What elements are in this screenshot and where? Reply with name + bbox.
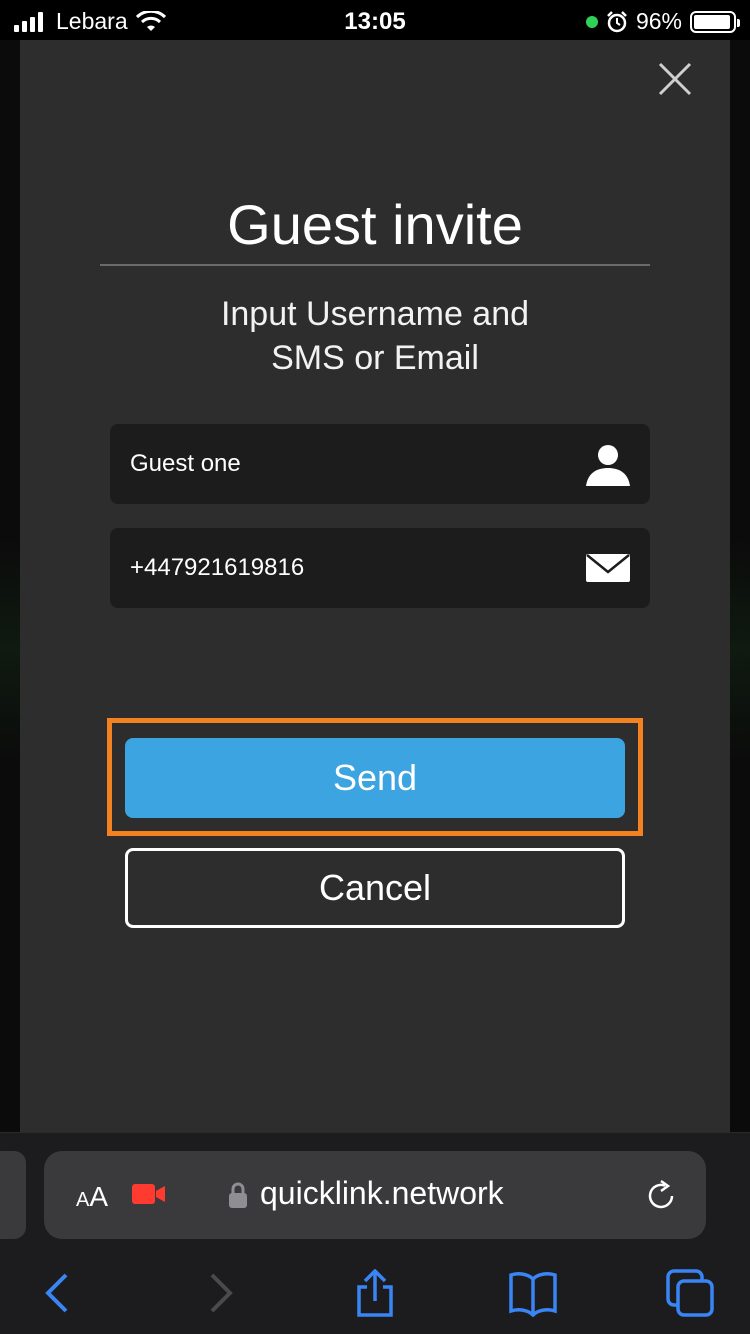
battery-level — [694, 14, 731, 29]
browser-toolbar — [0, 1261, 750, 1321]
status-bar: Lebara 13:05 96% — [0, 0, 750, 40]
cancel-button[interactable]: Cancel — [125, 848, 625, 928]
tabs-icon[interactable] — [666, 1269, 714, 1317]
title-divider — [100, 264, 650, 266]
browser-bar: AA quicklink.network — [0, 1132, 750, 1334]
modal-title: Guest invite — [227, 193, 523, 256]
contact-input[interactable] — [130, 528, 580, 608]
status-right: 96% — [585, 8, 740, 35]
bookmarks-icon[interactable] — [509, 1269, 557, 1317]
guest-invite-modal: Guest invite Input Username and SMS or E… — [20, 40, 730, 1132]
username-field[interactable] — [110, 424, 650, 504]
lock-icon — [229, 1182, 247, 1208]
username-input[interactable] — [130, 424, 580, 504]
reload-icon[interactable] — [644, 1179, 678, 1213]
video-record-icon[interactable] — [132, 1183, 166, 1205]
envelope-icon — [586, 554, 630, 582]
instruction-text: Input Username and SMS or Email — [20, 292, 730, 380]
mic-in-use-dot — [585, 15, 598, 28]
battery-percent: 96% — [635, 8, 682, 34]
send-button[interactable]: Send — [125, 738, 625, 818]
aa-small: A — [76, 1189, 90, 1211]
instruction-line-1: Input Username and — [220, 295, 530, 333]
contact-field[interactable] — [110, 528, 650, 608]
alarm-icon — [607, 10, 627, 32]
previous-tab-preview[interactable] — [0, 1151, 26, 1239]
forward-icon[interactable] — [196, 1269, 244, 1317]
share-icon[interactable] — [351, 1269, 399, 1317]
aa-large: A — [89, 1181, 109, 1212]
close-icon[interactable] — [656, 60, 694, 98]
address-bar[interactable]: AA quicklink.network — [44, 1151, 706, 1239]
battery-icon — [690, 10, 740, 33]
back-icon[interactable] — [34, 1269, 82, 1317]
text-size-icon[interactable]: AA — [76, 1181, 108, 1213]
instruction-line-2: SMS or Email — [271, 339, 479, 377]
url-text[interactable]: quicklink.network — [260, 1175, 504, 1212]
user-icon — [586, 445, 630, 486]
